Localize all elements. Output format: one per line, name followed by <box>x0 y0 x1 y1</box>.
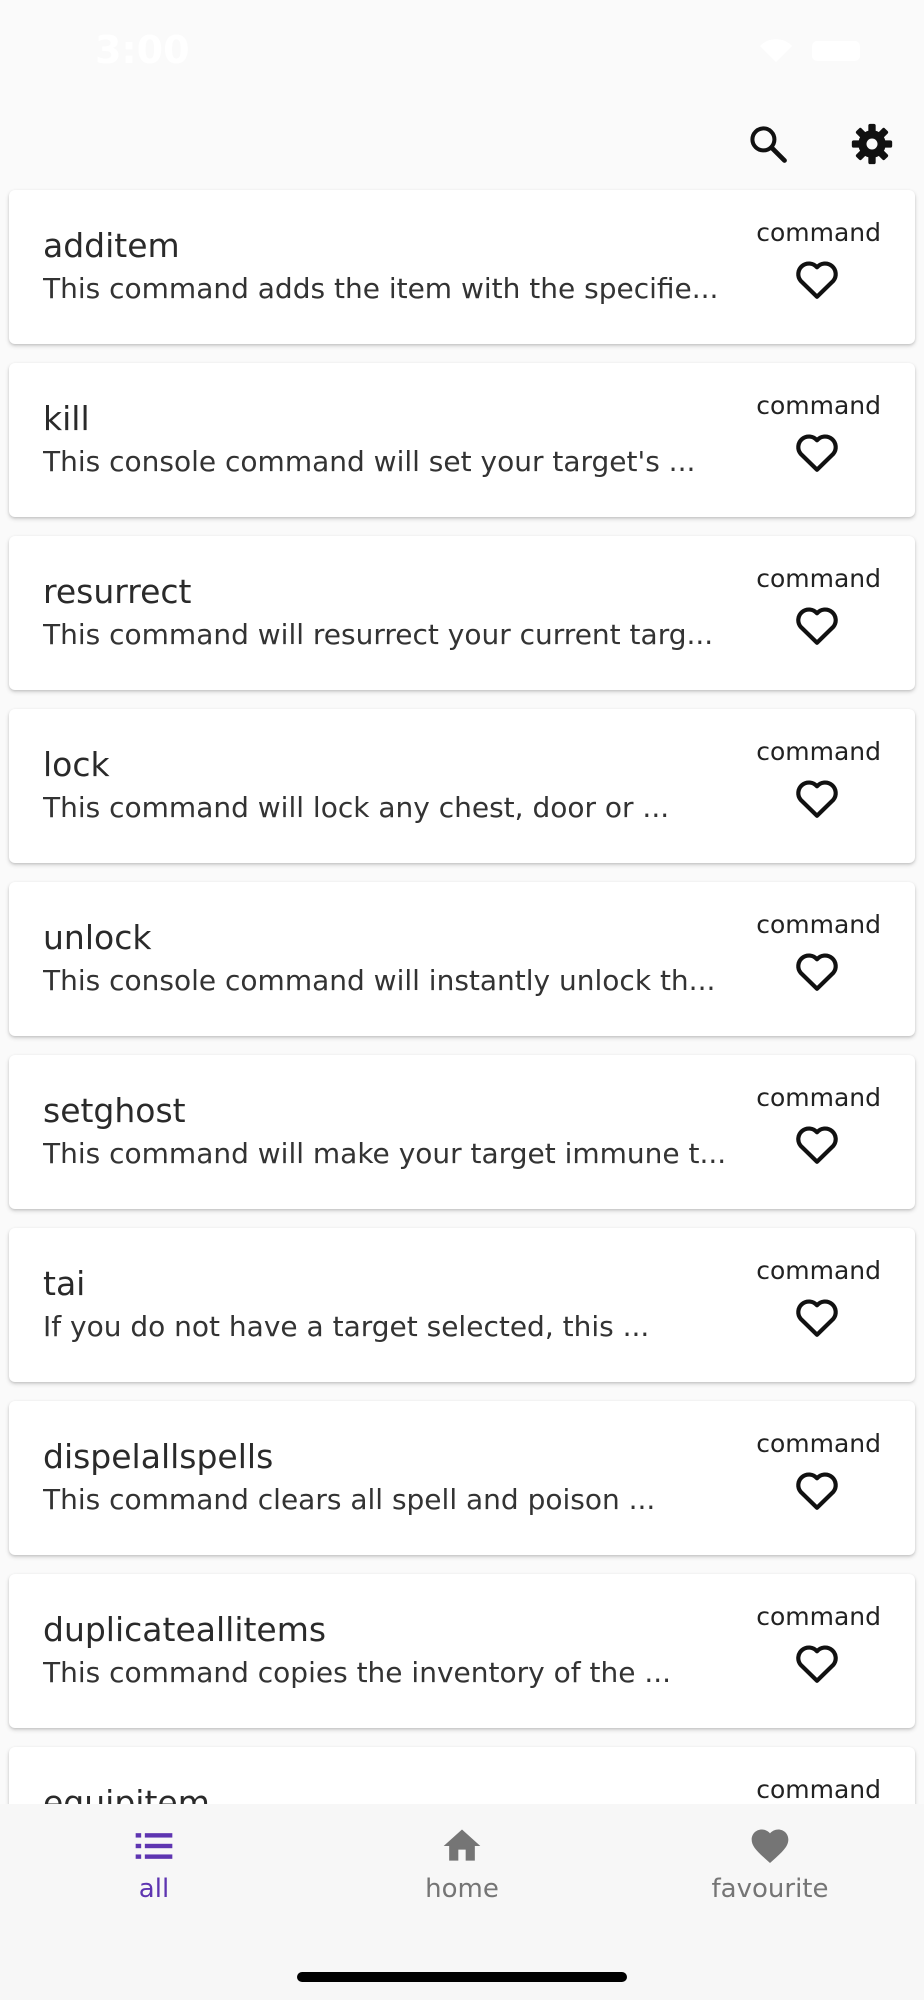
item-description: This command clears all spell and poison… <box>43 1483 656 1516</box>
item-title: unlock <box>43 918 152 957</box>
item-title: dispelallspells <box>43 1437 274 1476</box>
item-type-label: command <box>756 1429 881 1458</box>
item-type-label: command <box>756 1602 881 1631</box>
status-bar: 3:00 <box>0 0 924 104</box>
command-list[interactable]: additem This command adds the item with … <box>0 188 924 1804</box>
item-description: This command will make your target immun… <box>43 1137 727 1170</box>
item-description: This command will resurrect your current… <box>43 618 714 651</box>
item-type-label: command <box>756 1256 881 1285</box>
item-title: resurrect <box>43 572 192 611</box>
item-type-label: command <box>756 564 881 593</box>
nav-label-home: home <box>425 1874 499 1904</box>
nav-tab-all[interactable]: all <box>54 1824 254 1924</box>
heart-outline-icon[interactable] <box>792 1638 842 1688</box>
heart-outline-icon[interactable] <box>792 1292 842 1342</box>
list-item[interactable]: tai If you do not have a target selected… <box>9 1228 915 1382</box>
list-item[interactable]: kill This console command will set your … <box>9 363 915 517</box>
item-title: duplicateallitems <box>43 1610 327 1649</box>
item-description: This command will lock any chest, door o… <box>43 791 670 824</box>
item-title: additem <box>43 226 180 265</box>
list-item[interactable]: equipitem command <box>9 1747 915 1804</box>
list-item[interactable]: dispelallspells This command clears all … <box>9 1401 915 1555</box>
item-description: This console command will instantly unlo… <box>43 964 716 997</box>
nav-label-favourite: favourite <box>711 1874 829 1904</box>
status-icons <box>758 38 860 64</box>
settings-button[interactable] <box>846 118 898 170</box>
item-type-label: command <box>756 737 881 766</box>
item-type-label: command <box>756 1083 881 1112</box>
bottom-navigation: all home favourite <box>0 1804 924 2000</box>
nav-tab-favourite[interactable]: favourite <box>670 1824 870 1924</box>
list-item[interactable]: duplicateallitems This command copies th… <box>9 1574 915 1728</box>
home-indicator <box>297 1972 627 1982</box>
app-bar <box>0 104 924 184</box>
item-description: This command adds the item with the spec… <box>43 272 719 305</box>
list-icon <box>135 1833 173 1859</box>
nav-tab-home[interactable]: home <box>362 1824 562 1924</box>
item-description: If you do not have a target selected, th… <box>43 1310 650 1343</box>
heart-icon <box>751 1829 789 1864</box>
item-title: lock <box>43 745 110 784</box>
item-type-label: command <box>756 910 881 939</box>
item-title: tai <box>43 1264 86 1303</box>
nav-label-all: all <box>138 1874 170 1904</box>
heart-outline-icon[interactable] <box>792 946 842 996</box>
battery-icon <box>812 41 860 61</box>
item-description: This console command will set your targe… <box>43 445 696 478</box>
heart-outline-icon[interactable] <box>792 773 842 823</box>
search-button[interactable] <box>742 118 794 170</box>
home-icon <box>443 1829 481 1861</box>
wifi-icon <box>760 39 792 62</box>
heart-outline-icon[interactable] <box>792 427 842 477</box>
heart-outline-icon[interactable] <box>792 600 842 650</box>
status-time: 3:00 <box>95 28 190 72</box>
item-description: This command copies the inventory of the… <box>43 1656 672 1689</box>
item-type-label: command <box>756 1775 881 1804</box>
heart-outline-icon[interactable] <box>792 254 842 304</box>
list-item[interactable]: lock This command will lock any chest, d… <box>9 709 915 863</box>
item-title: setghost <box>43 1091 186 1130</box>
item-title: equipitem <box>43 1783 210 1804</box>
heart-outline-icon[interactable] <box>792 1465 842 1515</box>
item-type-label: command <box>756 218 881 247</box>
list-item[interactable]: setghost This command will make your tar… <box>9 1055 915 1209</box>
list-item[interactable]: additem This command adds the item with … <box>9 190 915 344</box>
item-type-label: command <box>756 391 881 420</box>
search-icon <box>750 126 787 163</box>
list-item[interactable]: unlock This console command will instant… <box>9 882 915 1036</box>
gear-icon <box>851 123 893 165</box>
item-title: kill <box>43 399 90 438</box>
heart-outline-icon[interactable] <box>792 1119 842 1169</box>
list-item[interactable]: resurrect This command will resurrect yo… <box>9 536 915 690</box>
